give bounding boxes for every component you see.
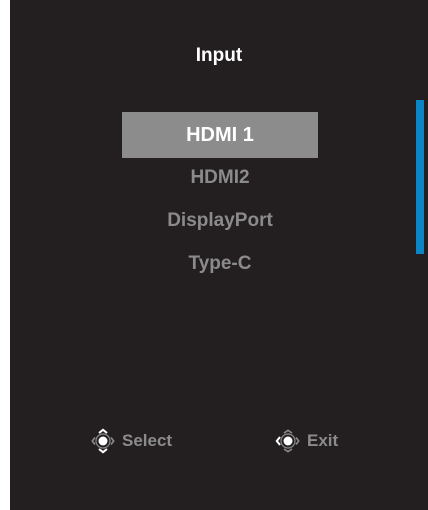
scrollbar[interactable] <box>416 100 424 254</box>
menu-title: Input <box>195 45 243 66</box>
select-hint-label: Select <box>122 431 173 450</box>
input-option-displayport[interactable]: DisplayPort <box>122 198 318 244</box>
input-source-list: HDMI 1 HDMI2 DisplayPort Type-C <box>122 112 318 287</box>
osd-menu: Input HDMI 1 HDMI2 DisplayPort Type-C Se… <box>10 0 428 510</box>
joystick-up-down-icon <box>91 428 115 454</box>
exit-hint: Exit <box>275 428 338 454</box>
input-option-type-c[interactable]: Type-C <box>122 241 318 287</box>
input-option-hdmi2[interactable]: HDMI2 <box>122 155 318 201</box>
joystick-left-icon <box>275 429 300 453</box>
input-option-hdmi1[interactable]: HDMI 1 <box>122 112 318 158</box>
select-hint: Select <box>90 428 172 454</box>
exit-hint-label: Exit <box>307 431 339 450</box>
